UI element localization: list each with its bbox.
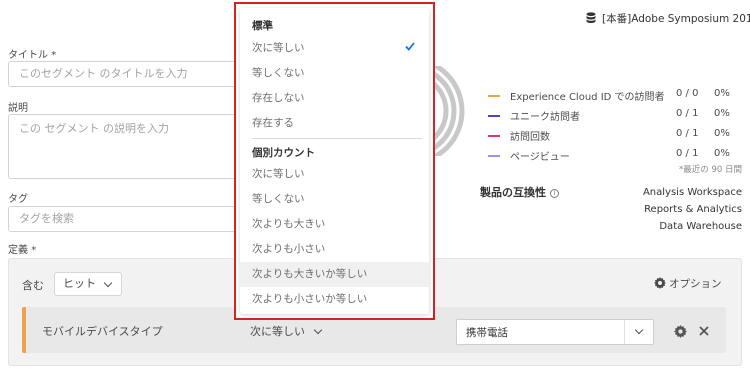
- menu-separator: [252, 138, 422, 139]
- operator-select[interactable]: 次に等しい: [250, 323, 322, 339]
- menu-group-header: 個別カウント: [252, 147, 315, 159]
- container-type-select[interactable]: ヒット: [54, 272, 122, 296]
- compatibility-list: Analysis Workspace Reports & Analytics D…: [643, 184, 742, 235]
- legend-row: ユニーク訪問者 0 / 1 0%: [488, 108, 744, 125]
- definition-label: 定義 *: [8, 245, 37, 256]
- menu-item-count-less[interactable]: 次よりも小さい: [240, 237, 429, 262]
- menu-item-count-greater[interactable]: 次よりも大きい: [240, 212, 429, 237]
- legend-swatch: [488, 135, 500, 137]
- remove-rule-icon[interactable]: [698, 325, 710, 340]
- operator-dropdown-highlight: 標準 次に等しい 等しくない 存在しない 存在する 個別カウント 次に等しい 等…: [234, 2, 435, 320]
- description-label: 説明: [8, 103, 28, 114]
- legend-row: Experience Cloud ID での訪問者 0 / 0 0%: [488, 88, 744, 105]
- gear-icon: [654, 277, 666, 292]
- compat-item: Data Warehouse: [659, 221, 742, 232]
- description-input[interactable]: この セグメント の説明を入力: [8, 114, 248, 179]
- value-select[interactable]: 携帯電話: [456, 319, 654, 345]
- tags-input[interactable]: タグを検索: [8, 206, 248, 232]
- title-input[interactable]: このセグメント のタイトルを入力: [8, 61, 248, 87]
- compat-item: Reports & Analytics: [644, 204, 742, 215]
- compatibility-title: 製品の互換性 i: [480, 184, 559, 200]
- report-suite-title[interactable]: [本番]Adobe Symposium 2019: [602, 11, 750, 26]
- menu-item-count-less-or-equal[interactable]: 次よりも小さいか等しい: [240, 287, 429, 312]
- rule-settings-icon[interactable]: [674, 325, 687, 341]
- title-label: タイトル *: [8, 50, 57, 61]
- tags-label: タグ: [8, 194, 28, 205]
- rule-dimension[interactable]: モバイルデバイスタイプ: [42, 323, 163, 339]
- menu-group-header: 標準: [252, 20, 273, 32]
- options-button[interactable]: オプション: [654, 276, 722, 292]
- operator-dropdown-menu: 標準 次に等しい 等しくない 存在しない 存在する 個別カウント 次に等しい 等…: [240, 8, 429, 314]
- checkmark-icon: [405, 36, 415, 61]
- menu-item-equals[interactable]: 次に等しい: [240, 36, 429, 61]
- legend-row: 訪問回数 0 / 1 0%: [488, 128, 744, 145]
- summary-legend: Experience Cloud ID での訪問者 0 / 0 0% ユニーク訪…: [488, 88, 744, 165]
- menu-item-exists[interactable]: 存在する: [240, 111, 429, 136]
- chevron-down-icon: [313, 325, 322, 335]
- date-range-note: *最近の 90 日間: [679, 165, 742, 175]
- menu-item-count-greater-or-equal[interactable]: 次よりも大きいか等しい: [240, 262, 429, 287]
- menu-item-not-exists[interactable]: 存在しない: [240, 86, 429, 111]
- compat-item: Analysis Workspace: [642, 187, 742, 198]
- legend-swatch: [488, 115, 500, 117]
- legend-swatch: [488, 95, 500, 97]
- menu-item-count-equals[interactable]: 次に等しい: [240, 162, 429, 187]
- menu-item-not-equals[interactable]: 等しくない: [240, 61, 429, 86]
- menu-item-count-not-equals[interactable]: 等しくない: [240, 187, 429, 212]
- db-icon: [586, 12, 596, 24]
- chevron-down-icon: [634, 325, 644, 335]
- info-icon[interactable]: i: [549, 189, 559, 198]
- chevron-down-icon: [103, 278, 113, 288]
- legend-swatch: [488, 155, 500, 157]
- include-label: 含む: [22, 279, 44, 292]
- rule-drag-handle[interactable]: [22, 307, 26, 353]
